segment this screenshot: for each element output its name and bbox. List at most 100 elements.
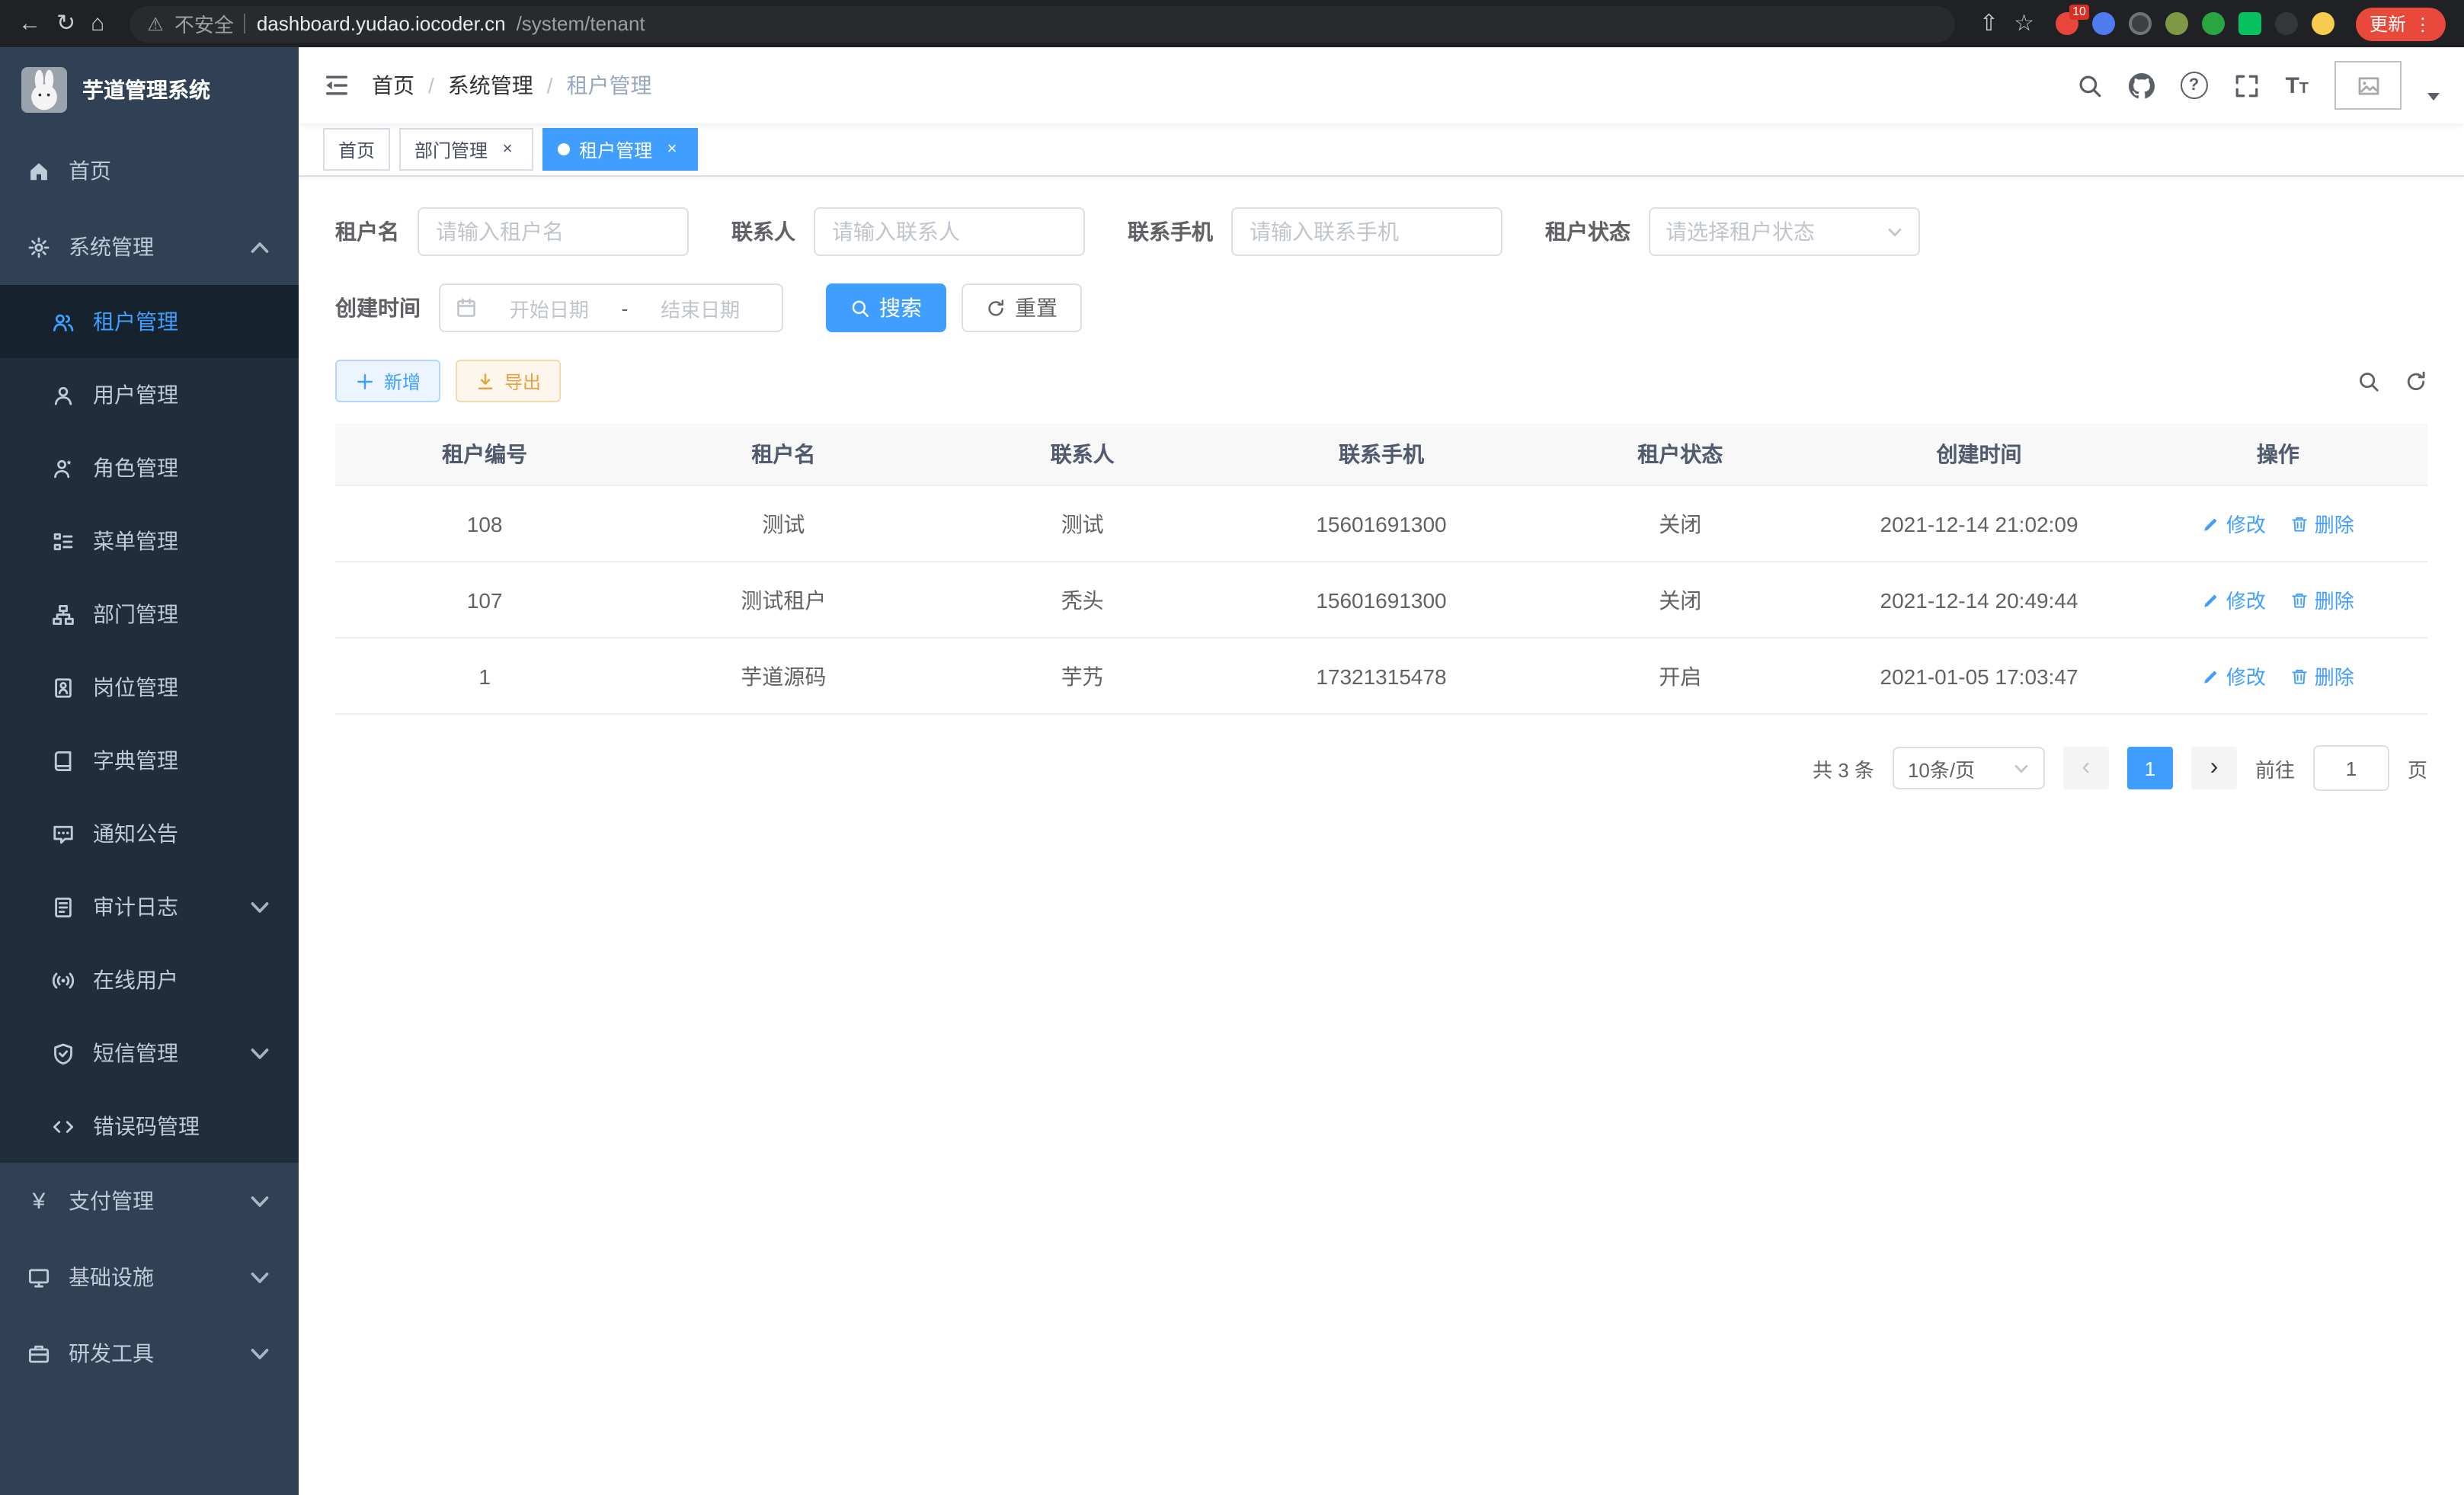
chevron-down-icon xyxy=(248,1189,271,1212)
table-cell: 测试租户 xyxy=(634,562,933,638)
table-cell: 15601691300 xyxy=(1232,485,1531,562)
fullscreen-icon[interactable] xyxy=(2233,72,2259,98)
sidebar-item-dev-tools[interactable]: 研发工具 xyxy=(0,1315,299,1391)
not-secure-warning-icon: ⚠ xyxy=(147,13,164,34)
sidebar-item-home[interactable]: 首页 xyxy=(0,133,299,209)
export-button[interactable]: 导出 xyxy=(456,360,561,402)
breadcrumb-separator: / xyxy=(547,73,553,98)
bookmark-star-icon[interactable]: ☆ xyxy=(2014,12,2034,35)
extension-icon[interactable] xyxy=(2275,12,2298,35)
table-cell: 关闭 xyxy=(1531,562,1829,638)
extension-icon[interactable] xyxy=(2202,12,2225,35)
prev-page-button[interactable]: ‹ xyxy=(2063,747,2109,789)
update-label: 更新 xyxy=(2370,11,2406,37)
tenant-status-select[interactable]: 请选择租户状态 xyxy=(1649,207,1920,256)
extension-icon[interactable] xyxy=(2129,12,2152,35)
sidebar-item-system[interactable]: 系统管理 xyxy=(0,209,299,285)
edit-link[interactable]: 修改 xyxy=(2202,509,2266,538)
next-page-button[interactable]: › xyxy=(2191,747,2237,789)
column-header: 租户状态 xyxy=(1531,424,1829,485)
table-cell: 秃头 xyxy=(933,562,1232,638)
chevron-down-icon[interactable] xyxy=(2427,93,2440,101)
sidebar-item-payment[interactable]: ¥ 支付管理 xyxy=(0,1163,299,1239)
edit-link[interactable]: 修改 xyxy=(2202,585,2266,614)
sidebar-item-notice[interactable]: 通知公告 xyxy=(0,797,299,870)
kebab-menu-icon[interactable]: ⋮ xyxy=(2414,13,2432,34)
browser-home-icon[interactable]: ⌂ xyxy=(91,12,104,35)
sidebar-item-infra[interactable]: 基础设施 xyxy=(0,1239,299,1315)
sidebar-item-dept[interactable]: 部门管理 xyxy=(0,578,299,651)
chevron-down-icon xyxy=(248,895,271,918)
app-logo[interactable]: 芋道管理系统 xyxy=(0,47,299,133)
extension-icon[interactable] xyxy=(2312,12,2334,35)
delete-link[interactable]: 删除 xyxy=(2290,509,2354,538)
contact-label: 联系人 xyxy=(731,216,795,247)
table-cell: 测试 xyxy=(933,485,1232,562)
address-bar[interactable]: ⚠ 不安全 dashboard.yudao.iocoder.cn/system/… xyxy=(129,5,1955,42)
table-cell: 修改 删除 xyxy=(2129,485,2427,562)
table-row: 108 测试 测试 15601691300 关闭 2021-12-14 21:0… xyxy=(335,485,2427,562)
share-icon[interactable]: ⇧ xyxy=(1979,12,1998,35)
back-icon[interactable]: ← xyxy=(18,12,41,35)
tenant-name-input[interactable] xyxy=(418,207,689,256)
plus-icon xyxy=(355,371,375,391)
chrome-update-button[interactable]: 更新 ⋮ xyxy=(2356,7,2446,40)
phone-input[interactable] xyxy=(1231,207,1502,256)
sidebar-item-menu[interactable]: 菜单管理 xyxy=(0,504,299,578)
help-icon[interactable] xyxy=(2180,72,2207,99)
reset-button[interactable]: 重置 xyxy=(962,283,1082,332)
broken-image-icon xyxy=(2357,74,2379,97)
extension-icon[interactable] xyxy=(2092,12,2115,35)
github-icon[interactable] xyxy=(2128,72,2154,98)
sidebar-item-dict[interactable]: 字典管理 xyxy=(0,724,299,797)
extension-icon[interactable] xyxy=(2165,12,2188,35)
table-cell: 芋艿 xyxy=(933,638,1232,714)
create-time-range-picker[interactable]: 开始日期 - 结束日期 xyxy=(439,283,783,332)
breadcrumb-item[interactable]: 首页 xyxy=(372,70,414,101)
breadcrumb-item[interactable]: 系统管理 xyxy=(448,70,533,101)
table-cell: 修改 删除 xyxy=(2129,562,2427,638)
hamburger-icon[interactable] xyxy=(323,72,350,99)
sidebar-item-error-code[interactable]: 错误码管理 xyxy=(0,1090,299,1163)
sidebar-item-post[interactable]: 岗位管理 xyxy=(0,651,299,724)
toggle-search-icon[interactable] xyxy=(2357,370,2380,392)
date-separator: - xyxy=(622,296,629,319)
sidebar-item-tenant[interactable]: 租户管理 xyxy=(0,285,299,358)
refresh-icon[interactable] xyxy=(2405,370,2427,392)
close-icon[interactable] xyxy=(497,139,518,160)
tab-dept[interactable]: 部门管理 xyxy=(399,128,533,171)
sidebar-item-role[interactable]: 角色管理 xyxy=(0,431,299,504)
extension-icon[interactable]: 10 xyxy=(2056,12,2078,35)
user-icon xyxy=(52,383,75,406)
page-size-select[interactable]: 10条/页 xyxy=(1893,747,2045,789)
table-cell: 17321315478 xyxy=(1232,638,1531,714)
sidebar-item-audit-log[interactable]: 审计日志 xyxy=(0,870,299,943)
reload-icon[interactable]: ↻ xyxy=(56,12,75,35)
font-size-icon[interactable] xyxy=(2285,72,2309,98)
close-icon[interactable] xyxy=(661,139,683,160)
table-cell: 测试 xyxy=(634,485,933,562)
search-button[interactable]: 搜索 xyxy=(826,283,946,332)
tab-home[interactable]: 首页 xyxy=(323,128,390,171)
chevron-down-icon xyxy=(248,1042,271,1064)
extension-icon[interactable] xyxy=(2238,12,2261,35)
extension-badge: 10 xyxy=(2069,5,2089,20)
delete-link[interactable]: 删除 xyxy=(2290,585,2354,614)
pencil-icon xyxy=(2202,591,2220,609)
sidebar-item-user[interactable]: 用户管理 xyxy=(0,358,299,431)
add-button[interactable]: 新增 xyxy=(335,360,440,402)
search-icon[interactable] xyxy=(2076,72,2102,98)
edit-link[interactable]: 修改 xyxy=(2202,661,2266,690)
sidebar-item-online-users[interactable]: 在线用户 xyxy=(0,943,299,1016)
tab-tenant[interactable]: 租户管理 xyxy=(542,128,698,171)
browser-chrome: ← ↻ ⌂ ⚠ 不安全 dashboard.yudao.iocoder.cn/s… xyxy=(0,0,2464,47)
home-icon xyxy=(27,159,50,182)
sidebar-item-sms[interactable]: 短信管理 xyxy=(0,1016,299,1090)
avatar[interactable] xyxy=(2334,61,2402,110)
calendar-icon xyxy=(456,297,477,319)
delete-link[interactable]: 删除 xyxy=(2290,661,2354,690)
tenant-name-label: 租户名 xyxy=(335,216,399,247)
goto-page-input[interactable] xyxy=(2313,745,2389,791)
page-button-1[interactable]: 1 xyxy=(2127,747,2173,789)
contact-input[interactable] xyxy=(814,207,1085,256)
